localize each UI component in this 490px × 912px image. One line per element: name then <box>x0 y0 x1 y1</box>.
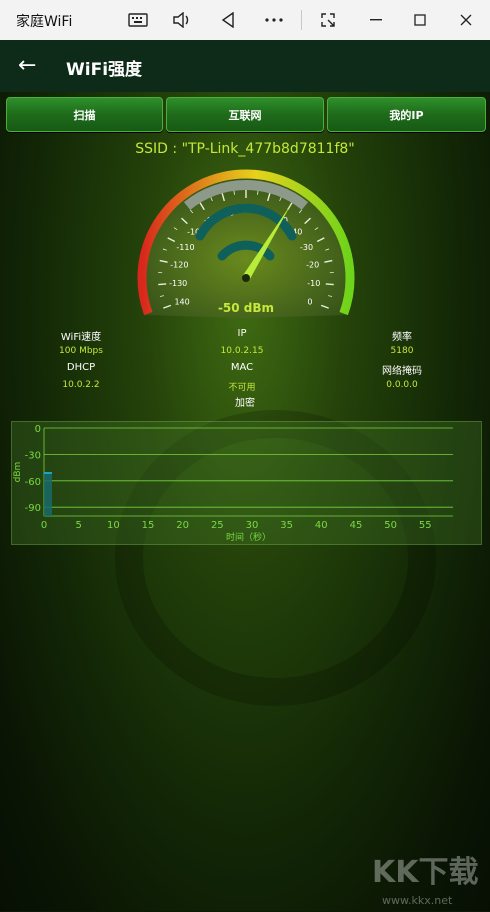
chart-x-tick-label: 30 <box>246 520 259 531</box>
chart-x-tick-label: 15 <box>142 520 155 531</box>
chart-x-tick-label: 0 <box>41 520 47 531</box>
svg-text:KK下载: KK下载 <box>372 855 479 890</box>
gauge-tick-label: 0 <box>307 297 312 306</box>
back-arrow-icon[interactable]: ← <box>18 52 44 80</box>
keyboard-icon[interactable] <box>124 6 152 34</box>
dhcp-value: 10.0.2.2 <box>31 380 131 390</box>
chart-y-tick-label: -90 <box>25 503 41 514</box>
volume-icon[interactable] <box>168 6 196 34</box>
gauge-tick-label: -30 <box>300 243 313 252</box>
gauge-tick-label: -130 <box>169 279 187 288</box>
app-bar: ← WiFi强度 <box>0 40 490 92</box>
chart-bar-cap <box>44 472 52 474</box>
svg-text:www.kkx.net: www.kkx.net <box>382 894 453 907</box>
title-bar-divider <box>301 10 302 30</box>
gauge-tick-label: -20 <box>306 261 319 270</box>
scan-button[interactable]: 扫描 <box>6 97 163 132</box>
back-triangle-icon[interactable] <box>214 6 242 34</box>
chart-y-axis-title: dBm <box>13 462 23 483</box>
chart-x-tick-label: 50 <box>384 520 397 531</box>
dhcp-label: DHCP <box>31 362 131 373</box>
mac-value: 不可用 <box>192 380 292 393</box>
ip-label: IP <box>192 328 292 339</box>
chart-x-tick-label: 5 <box>75 520 81 531</box>
gauge-tick-label: 140 <box>174 297 189 306</box>
signal-gauge: 140-130-120-110-100-90-80-70-60-50-40-30… <box>134 160 358 322</box>
gauge-tick-label: -110 <box>176 243 194 252</box>
netmask-value: 0.0.0.0 <box>352 380 452 390</box>
minimize-icon[interactable] <box>362 6 390 34</box>
chart-x-tick-label: 35 <box>280 520 293 531</box>
netmask-label: 网络掩码 <box>352 362 452 377</box>
chart-x-tick-label: 10 <box>107 520 120 531</box>
chart-x-tick-label: 45 <box>350 520 363 531</box>
signal-history-chart: 0-30-60-900510152025303540455055dBm时间（秒） <box>11 421 482 545</box>
chart-x-tick-label: 20 <box>176 520 189 531</box>
my-ip-button[interactable]: 我的IP <box>327 97 486 132</box>
maximize-icon[interactable] <box>406 6 434 34</box>
gauge-tick <box>257 191 258 195</box>
frequency-value: 5180 <box>352 346 452 356</box>
gauge-tick <box>326 284 334 285</box>
ip-value: 10.0.2.15 <box>192 346 292 356</box>
wifi-speed-label: WiFi速度 <box>31 328 131 343</box>
chart-y-tick-label: -30 <box>25 450 41 461</box>
chart-bar <box>44 472 52 516</box>
chart-y-tick-label: -60 <box>25 477 41 488</box>
window-title: 家庭WiFi <box>16 11 74 31</box>
mac-label: MAC <box>192 362 292 373</box>
gauge-tick <box>158 284 166 285</box>
chart-x-axis-title: 时间（秒） <box>226 531 271 543</box>
wifi-speed-value: 100 Mbps <box>31 346 131 356</box>
frequency-label: 频率 <box>352 328 452 343</box>
page-title: WiFi强度 <box>66 55 142 80</box>
gauge-tick <box>234 191 235 195</box>
watermark-logo: KK下载 www.kkx.net <box>370 848 480 908</box>
chart-x-tick-label: 40 <box>315 520 328 531</box>
snap-icon[interactable] <box>314 6 342 34</box>
close-icon[interactable] <box>452 6 480 34</box>
more-icon[interactable] <box>260 6 288 34</box>
ssid-label: SSID : "TP-Link_477b8d7811f8" <box>0 141 490 157</box>
gauge-tick-label: -10 <box>307 279 320 288</box>
gauge-needle-hub <box>242 274 250 282</box>
gauge-reading: -50 dBm <box>218 301 274 315</box>
internet-button[interactable]: 互联网 <box>166 97 324 132</box>
chart-y-tick-label: 0 <box>35 424 41 435</box>
gauge-tick-label: -120 <box>170 261 188 270</box>
chart-x-tick-label: 25 <box>211 520 224 531</box>
chart-x-tick-label: 55 <box>419 520 432 531</box>
window-title-bar: 家庭WiFi <box>0 0 490 40</box>
encryption-label: 加密 <box>195 394 295 409</box>
